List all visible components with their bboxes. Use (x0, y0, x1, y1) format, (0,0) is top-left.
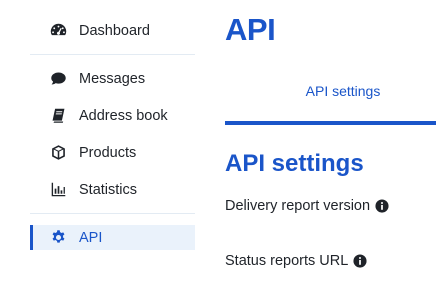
status-reports-url-label: Status reports URL (225, 253, 367, 269)
bar-chart-icon (48, 180, 68, 200)
sidebar-item-label: API (79, 229, 103, 246)
page: Dashboard Messages Address book Products (0, 0, 436, 281)
tab-active-indicator (225, 121, 436, 125)
field-label-text: Delivery report version (225, 198, 371, 214)
sidebar-item-label: Dashboard (79, 22, 150, 39)
dashboard-gauge-icon (48, 21, 68, 41)
sidebar: Dashboard Messages Address book Products (30, 12, 195, 250)
gear-icon (48, 228, 68, 248)
sidebar-item-label: Products (79, 144, 137, 161)
info-icon[interactable] (375, 199, 389, 213)
sidebar-item-messages[interactable]: Messages (30, 60, 195, 97)
tab-api-settings[interactable]: API settings (225, 83, 436, 99)
speech-bubble-icon (48, 69, 68, 89)
sidebar-item-label: Messages (79, 70, 146, 87)
sidebar-item-label: Address book (79, 107, 168, 124)
sidebar-item-products[interactable]: Products (30, 134, 195, 171)
sidebar-divider (30, 54, 195, 55)
delivery-report-version-label: Delivery report version (225, 198, 389, 214)
sidebar-item-statistics[interactable]: Statistics (30, 171, 195, 208)
sidebar-divider (30, 213, 195, 214)
sidebar-item-address-book[interactable]: Address book (30, 97, 195, 134)
cube-icon (48, 143, 68, 163)
info-icon[interactable] (353, 254, 367, 268)
sidebar-item-api[interactable]: API (30, 225, 195, 250)
section-title: API settings (225, 150, 364, 177)
book-icon (48, 106, 68, 126)
sidebar-item-dashboard[interactable]: Dashboard (30, 12, 195, 49)
page-title: API (225, 12, 276, 47)
sidebar-item-label: Statistics (79, 181, 138, 198)
field-label-text: Status reports URL (225, 253, 349, 269)
